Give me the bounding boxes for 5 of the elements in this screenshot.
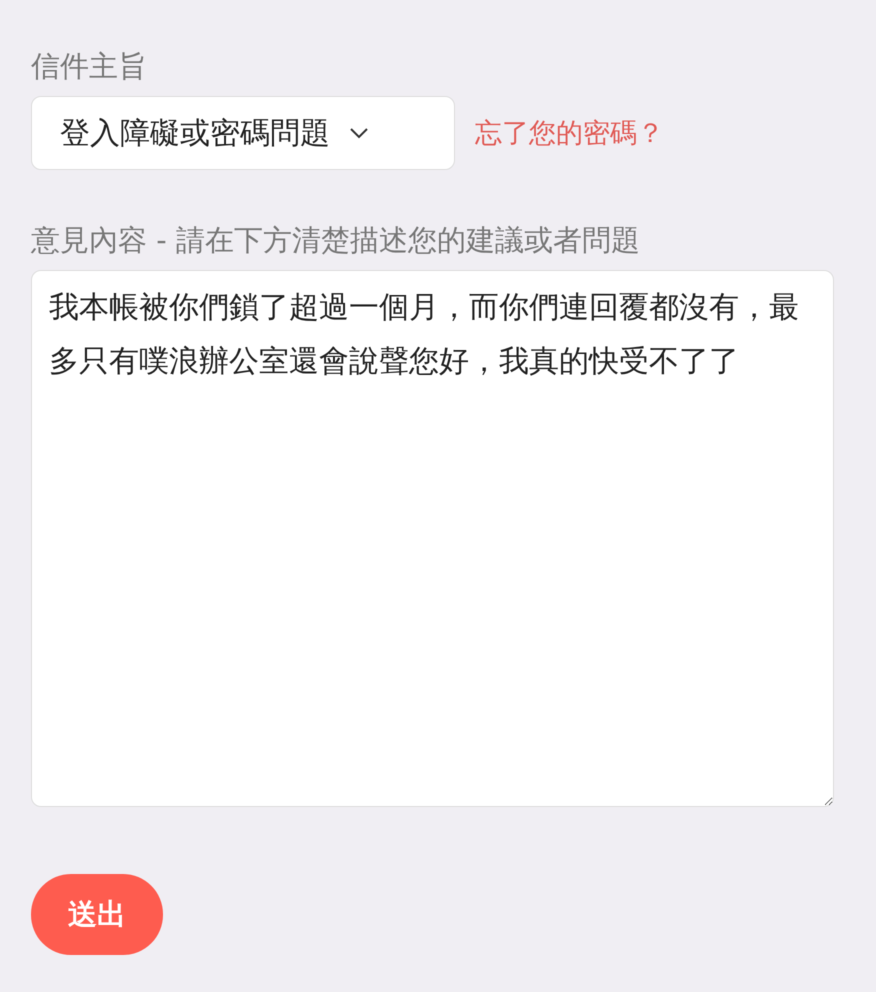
field-label: 信件主旨 bbox=[31, 48, 147, 85]
message-textarea[interactable]: 我本帳被你們鎖了超過一個月，而你們連回覆都沒有，最多只有噗浪辦公室還會說聲您好，我真的快受不了了 bbox=[31, 270, 834, 807]
subject-dropdown[interactable]: 登入障礙或密碼問題 bbox=[31, 96, 455, 170]
field-label: 意見內容 - 請在下方清楚描述您的建議或者問題 bbox=[31, 222, 640, 259]
chevron-down-icon bbox=[350, 128, 368, 138]
